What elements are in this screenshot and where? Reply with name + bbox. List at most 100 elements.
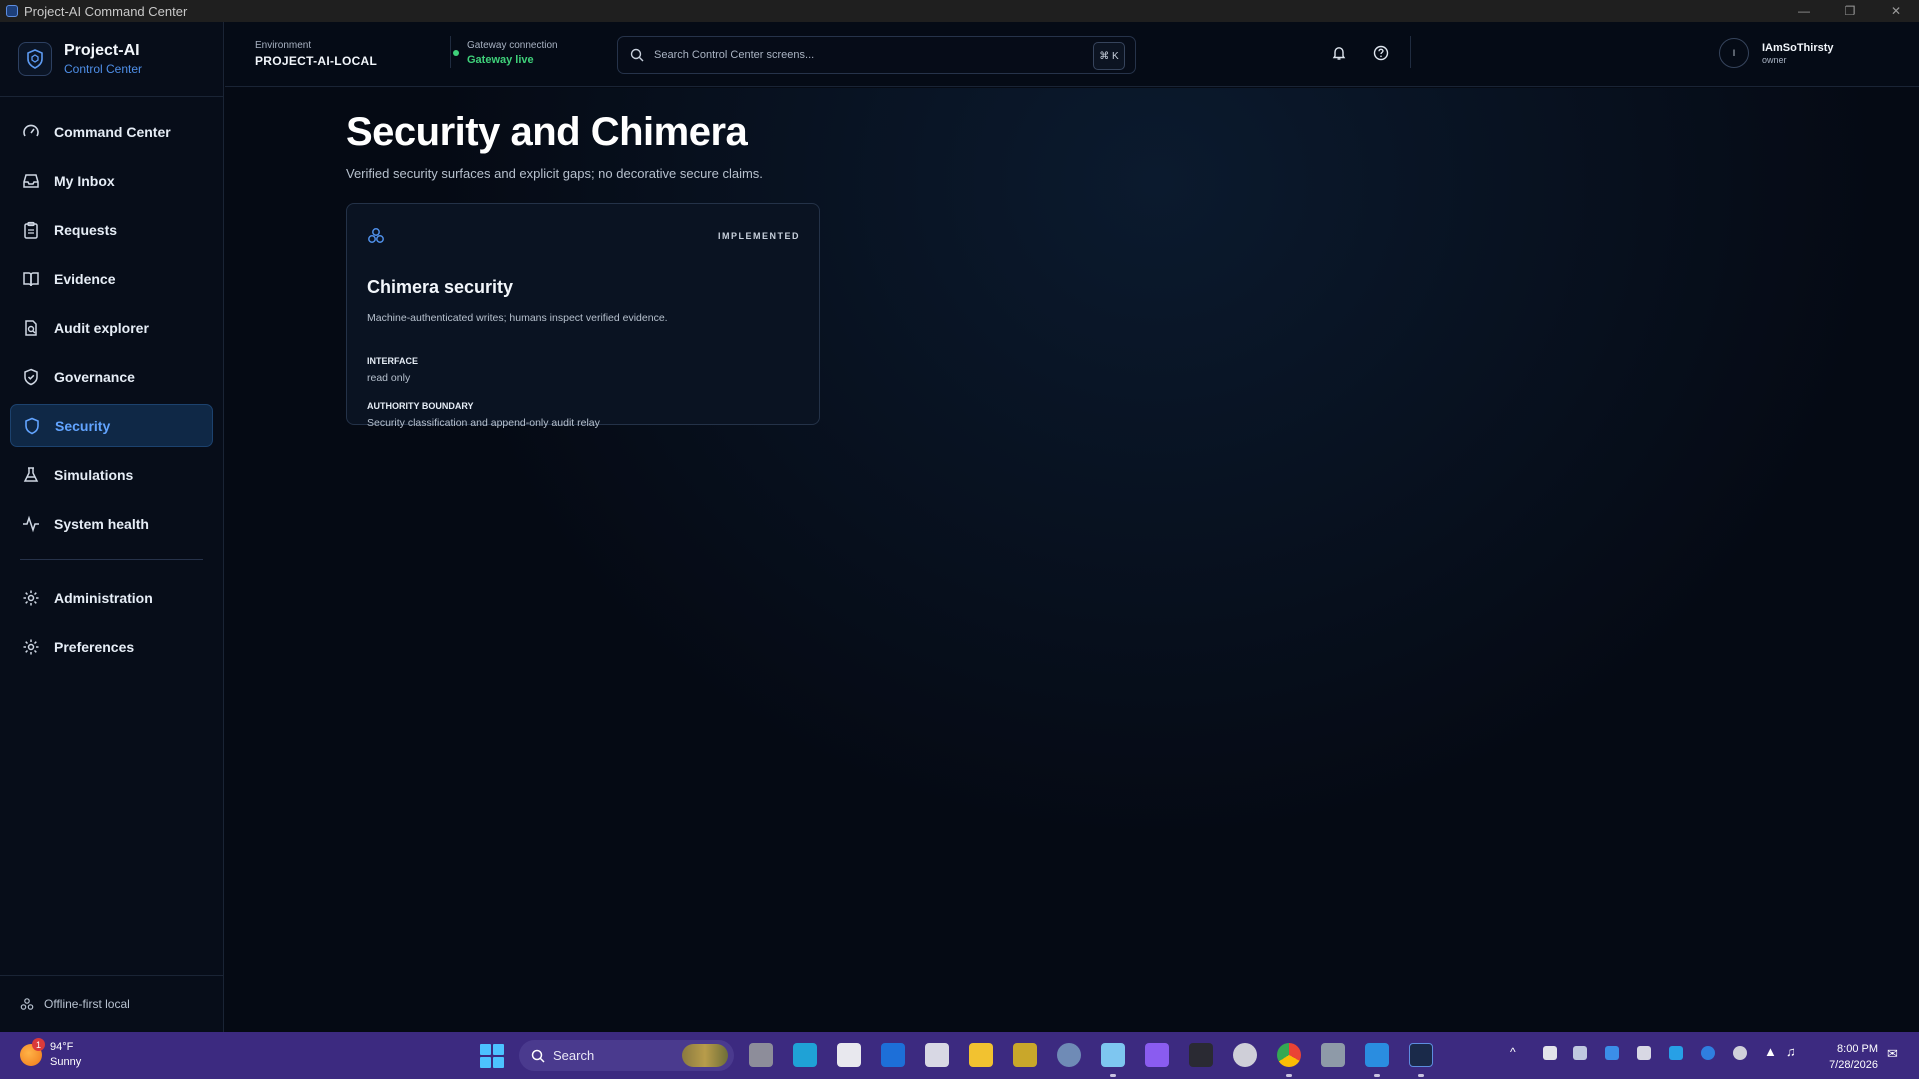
settings-icon[interactable]: [1057, 1043, 1081, 1067]
tray-overflow-icon[interactable]: ^: [1510, 1045, 1516, 1059]
defender-icon[interactable]: [1669, 1046, 1683, 1060]
m-app-icon[interactable]: [1013, 1043, 1037, 1067]
widgets-app-icon[interactable]: [793, 1043, 817, 1067]
pulse-icon: [23, 515, 39, 532]
onedrive-icon[interactable]: [1573, 1046, 1587, 1060]
weather-widget[interactable]: 1 94°F Sunny: [20, 1038, 81, 1070]
bell-icon: [1332, 47, 1346, 60]
brand[interactable]: Project-AI Control Center: [0, 22, 223, 97]
chrome-icon[interactable]: [1277, 1043, 1301, 1067]
sidebar-item-system-health[interactable]: System health: [10, 502, 213, 545]
running-indicator: [1374, 1074, 1380, 1077]
sidebar-item-administration[interactable]: Administration: [10, 576, 213, 619]
usb-icon[interactable]: [1637, 1046, 1651, 1060]
notification-center-icon[interactable]: ✉: [1887, 1046, 1898, 1062]
sun-icon: 1: [20, 1038, 45, 1066]
gateway-label: Gateway connection: [467, 40, 558, 51]
brand-logo-icon: [18, 42, 52, 76]
sidebar-item-audit-explorer[interactable]: Audit explorer: [10, 306, 213, 349]
clipboard-icon: [24, 221, 38, 239]
sidebar-item-label: Security: [55, 417, 111, 434]
main-content: Security and Chimera Verified security s…: [225, 88, 1919, 1032]
field-label: INTERFACE: [367, 356, 419, 366]
tray-app-icon[interactable]: [1605, 1046, 1619, 1060]
purple-app-icon[interactable]: [1145, 1043, 1169, 1067]
help-button[interactable]: [1369, 41, 1393, 65]
close-icon[interactable]: ✕: [1873, 0, 1919, 22]
user-menu[interactable]: IAmSoThirsty owner: [1762, 42, 1834, 65]
user-name: IAmSoThirsty: [1762, 42, 1834, 54]
system-clock[interactable]: 8:00 PM 7/28/2026: [1812, 1041, 1878, 1073]
top-header: Environment PROJECT-AI-LOCAL Gateway con…: [225, 22, 1919, 87]
card-description: Machine-authenticated writes; humans ins…: [367, 312, 668, 324]
network-icon: [20, 998, 34, 1010]
terminal-icon[interactable]: [1189, 1043, 1213, 1067]
sidebar-divider: [20, 559, 203, 560]
sidebar-item-command-center[interactable]: Command Center: [10, 110, 213, 153]
sidebar-item-my-inbox[interactable]: My Inbox: [10, 159, 213, 202]
book-icon: [23, 271, 39, 286]
card-title: Chimera security: [367, 277, 514, 297]
sidebar-item-label: Requests: [54, 221, 118, 238]
task-view-icon[interactable]: [749, 1043, 773, 1067]
sidebar-item-label: Administration: [54, 589, 153, 606]
security-card[interactable]: IMPLEMENTED Chimera security Machine-aut…: [346, 203, 820, 429]
restore-icon[interactable]: ❐: [1827, 0, 1873, 22]
wifi-icon[interactable]: ▲: [1764, 1044, 1777, 1059]
notes-app-icon[interactable]: [881, 1043, 905, 1067]
file-explorer-icon[interactable]: [969, 1043, 993, 1067]
sidebar-item-governance[interactable]: Governance: [10, 355, 213, 398]
environment-value: PROJECT-AI-LOCAL: [255, 54, 378, 68]
sidebar-footer: Offline-first local: [0, 975, 224, 1032]
folder-app-icon[interactable]: [1321, 1043, 1345, 1067]
status-badge: IMPLEMENTED: [717, 231, 800, 241]
sidebar-item-preferences[interactable]: Preferences: [10, 625, 213, 668]
sidebar: Project-AI Control Center Command Center…: [0, 22, 224, 1032]
bluetooth-icon[interactable]: [1701, 1046, 1715, 1060]
sidebar-item-simulations[interactable]: Simulations: [10, 453, 213, 496]
shield-check-icon: [24, 368, 38, 385]
avatar[interactable]: I: [1719, 38, 1749, 68]
field-label: AUTHORITY BOUNDARY: [367, 401, 474, 411]
search-input[interactable]: [654, 49, 1054, 61]
store-icon[interactable]: [837, 1043, 861, 1067]
gear-icon: [23, 639, 39, 654]
header-divider: [450, 36, 451, 68]
flask-icon: [23, 466, 39, 482]
brand-name: Project-AI: [64, 42, 140, 59]
window-titlebar: Project-AI Command Center — ❐ ✕: [0, 0, 1919, 22]
status-dot-icon: [453, 50, 459, 56]
taskbar-search[interactable]: Search: [519, 1040, 734, 1071]
minimize-icon[interactable]: —: [1781, 0, 1827, 22]
search-box[interactable]: ⌘ K: [617, 36, 1136, 74]
start-button[interactable]: [480, 1044, 504, 1068]
volume-icon[interactable]: ♫: [1786, 1044, 1796, 1059]
gateway-value: Gateway live: [467, 54, 534, 66]
project-ai-app-icon[interactable]: [1409, 1043, 1433, 1067]
sidebar-item-security[interactable]: Security: [10, 404, 213, 447]
sidebar-item-label: Preferences: [54, 638, 135, 655]
audit-search-icon: [25, 319, 37, 336]
snipping-tool-icon[interactable]: [925, 1043, 949, 1067]
search-highlight-art: [682, 1044, 728, 1067]
sidebar-nav: Command Center My Inbox Requests Evidenc…: [0, 97, 223, 668]
clock-time: 8:00 PM: [1837, 1043, 1878, 1055]
vscode-icon[interactable]: [1365, 1043, 1389, 1067]
tray-app-icon[interactable]: [1543, 1046, 1557, 1060]
notifications-button[interactable]: [1327, 41, 1351, 65]
sidebar-item-evidence[interactable]: Evidence: [10, 257, 213, 300]
page-subtitle: Verified security surfaces and explicit …: [346, 166, 763, 181]
header-divider: [1410, 36, 1411, 68]
taskbar-search-label: Search: [553, 1048, 595, 1063]
vpn-icon[interactable]: [1733, 1046, 1747, 1060]
inbox-icon: [23, 173, 39, 188]
search-icon: [531, 1049, 545, 1063]
sidebar-item-requests[interactable]: Requests: [10, 208, 213, 251]
search-shortcut[interactable]: ⌘ K: [1093, 42, 1125, 70]
running-indicator: [1418, 1074, 1424, 1077]
notepad-icon[interactable]: [1101, 1043, 1125, 1067]
gear-icon: [23, 590, 39, 605]
sidebar-item-label: Simulations: [54, 466, 134, 483]
help-icon: [1373, 45, 1389, 61]
chatgpt-icon[interactable]: [1233, 1043, 1257, 1067]
